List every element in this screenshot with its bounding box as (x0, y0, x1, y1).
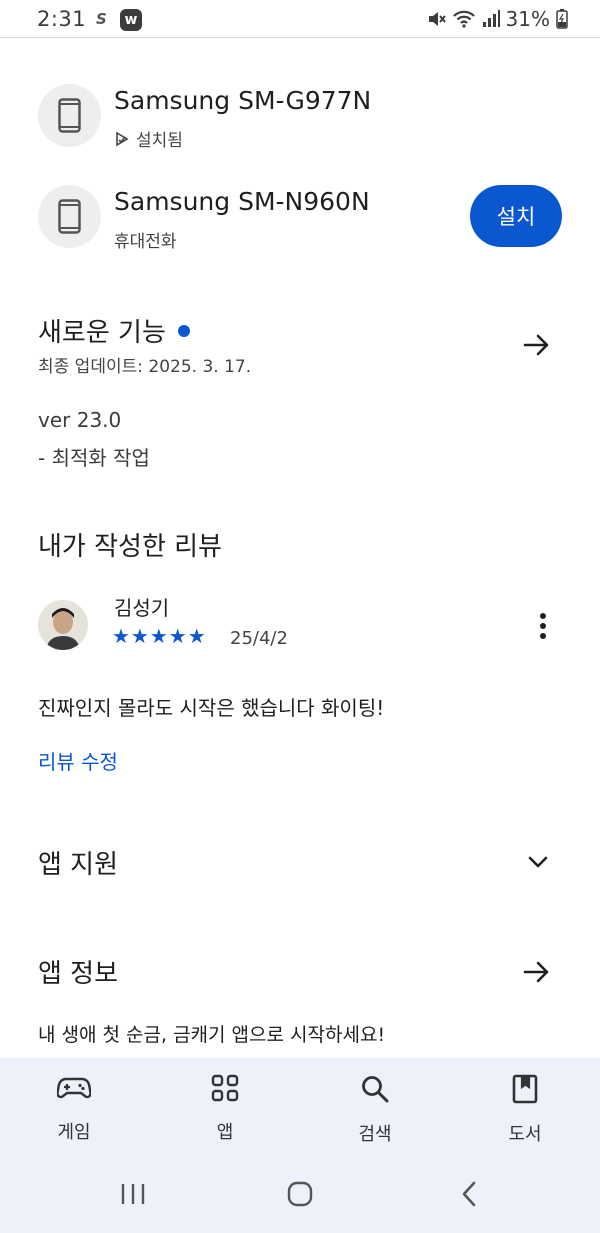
version-text: ver 23.0 (38, 408, 122, 432)
nav-label-games: 게임 (57, 1122, 91, 1143)
gamepad-icon (57, 1077, 91, 1099)
status-bar: 2:31 S w 31% (0, 0, 600, 38)
device-phone-icon-wrap (38, 185, 101, 248)
review-date: 25/4/2 (230, 628, 288, 649)
device-phone-icon-wrap (38, 84, 101, 147)
device-type-label: 휴대전화 (114, 232, 177, 252)
nav-tab-search[interactable]: 검색 (325, 1074, 425, 1146)
device-name: Samsung SM-N960N (114, 187, 370, 216)
last-update-date: 최종 업데이트: 2025. 3. 17. (38, 357, 252, 377)
system-navigation-bar (0, 1170, 600, 1220)
new-indicator-dot (177, 324, 190, 337)
status-icons: 31% (426, 6, 568, 32)
nav-tab-apps[interactable]: 앱 (175, 1074, 275, 1144)
back-icon[interactable] (460, 1181, 478, 1207)
apps-grid-icon (211, 1074, 239, 1102)
device-row-sm-n960n: Samsung SM-N960N 휴대전화 설치 (0, 185, 600, 275)
whats-new-arrow-icon[interactable] (520, 328, 554, 362)
star-rating: ★★★★★ (112, 624, 207, 648)
review-text: 진짜인지 몰라도 시작은 했습니다 화이팅! (38, 696, 385, 720)
my-review-title: 내가 작성한 리뷰 (38, 532, 222, 562)
home-icon[interactable] (287, 1181, 313, 1207)
w-notification-icon: w (120, 9, 142, 31)
device-row-sm-g977n: Samsung SM-G977N 설치됨 (0, 84, 600, 174)
wifi-icon (452, 10, 475, 28)
nav-label-apps: 앱 (216, 1122, 234, 1143)
app-info-arrow-icon[interactable] (520, 955, 554, 989)
app-info-description: 내 생애 첫 순금, 금캐기 앱으로 시작하세요! (38, 1024, 386, 1046)
app-info-title[interactable]: 앱 정보 (38, 953, 118, 990)
avatar (38, 600, 88, 650)
nav-tab-games[interactable]: 게임 (24, 1074, 124, 1144)
device-status-label: 설치됨 (136, 131, 183, 151)
book-icon (512, 1074, 538, 1104)
app-support-title[interactable]: 앱 지원 (38, 844, 118, 881)
battery-charging-icon (556, 9, 568, 29)
edit-review-link[interactable]: 리뷰 수정 (38, 746, 118, 775)
update-note: - 최적화 작업 (38, 446, 150, 470)
recent-apps-icon[interactable] (120, 1182, 146, 1206)
search-icon (362, 1076, 389, 1103)
installed-play-icon (116, 131, 129, 146)
install-button[interactable]: 설치 (470, 185, 562, 247)
smartphone-icon (58, 199, 81, 234)
chevron-down-icon[interactable] (524, 848, 552, 876)
reviewer-name: 김성기 (114, 596, 170, 620)
nav-label-search: 검색 (358, 1124, 392, 1145)
more-vert-icon[interactable] (530, 610, 556, 642)
device-status: 설치됨 (114, 126, 183, 151)
device-name: Samsung SM-G977N (114, 86, 372, 115)
battery-percent: 31% (505, 7, 550, 31)
status-time: 2:31 (37, 7, 87, 31)
s-notification-icon: S (96, 10, 107, 28)
whats-new-title[interactable]: 새로운 기능 (38, 312, 190, 349)
smartphone-icon (58, 98, 81, 133)
nav-tab-books[interactable]: 도서 (475, 1074, 575, 1146)
whats-new-title-label: 새로운 기능 (38, 318, 166, 348)
mute-icon (428, 12, 446, 26)
signal-icon (482, 10, 500, 27)
profile-photo (38, 600, 88, 650)
device-type: 휴대전화 (114, 227, 177, 252)
nav-label-books: 도서 (508, 1124, 542, 1145)
